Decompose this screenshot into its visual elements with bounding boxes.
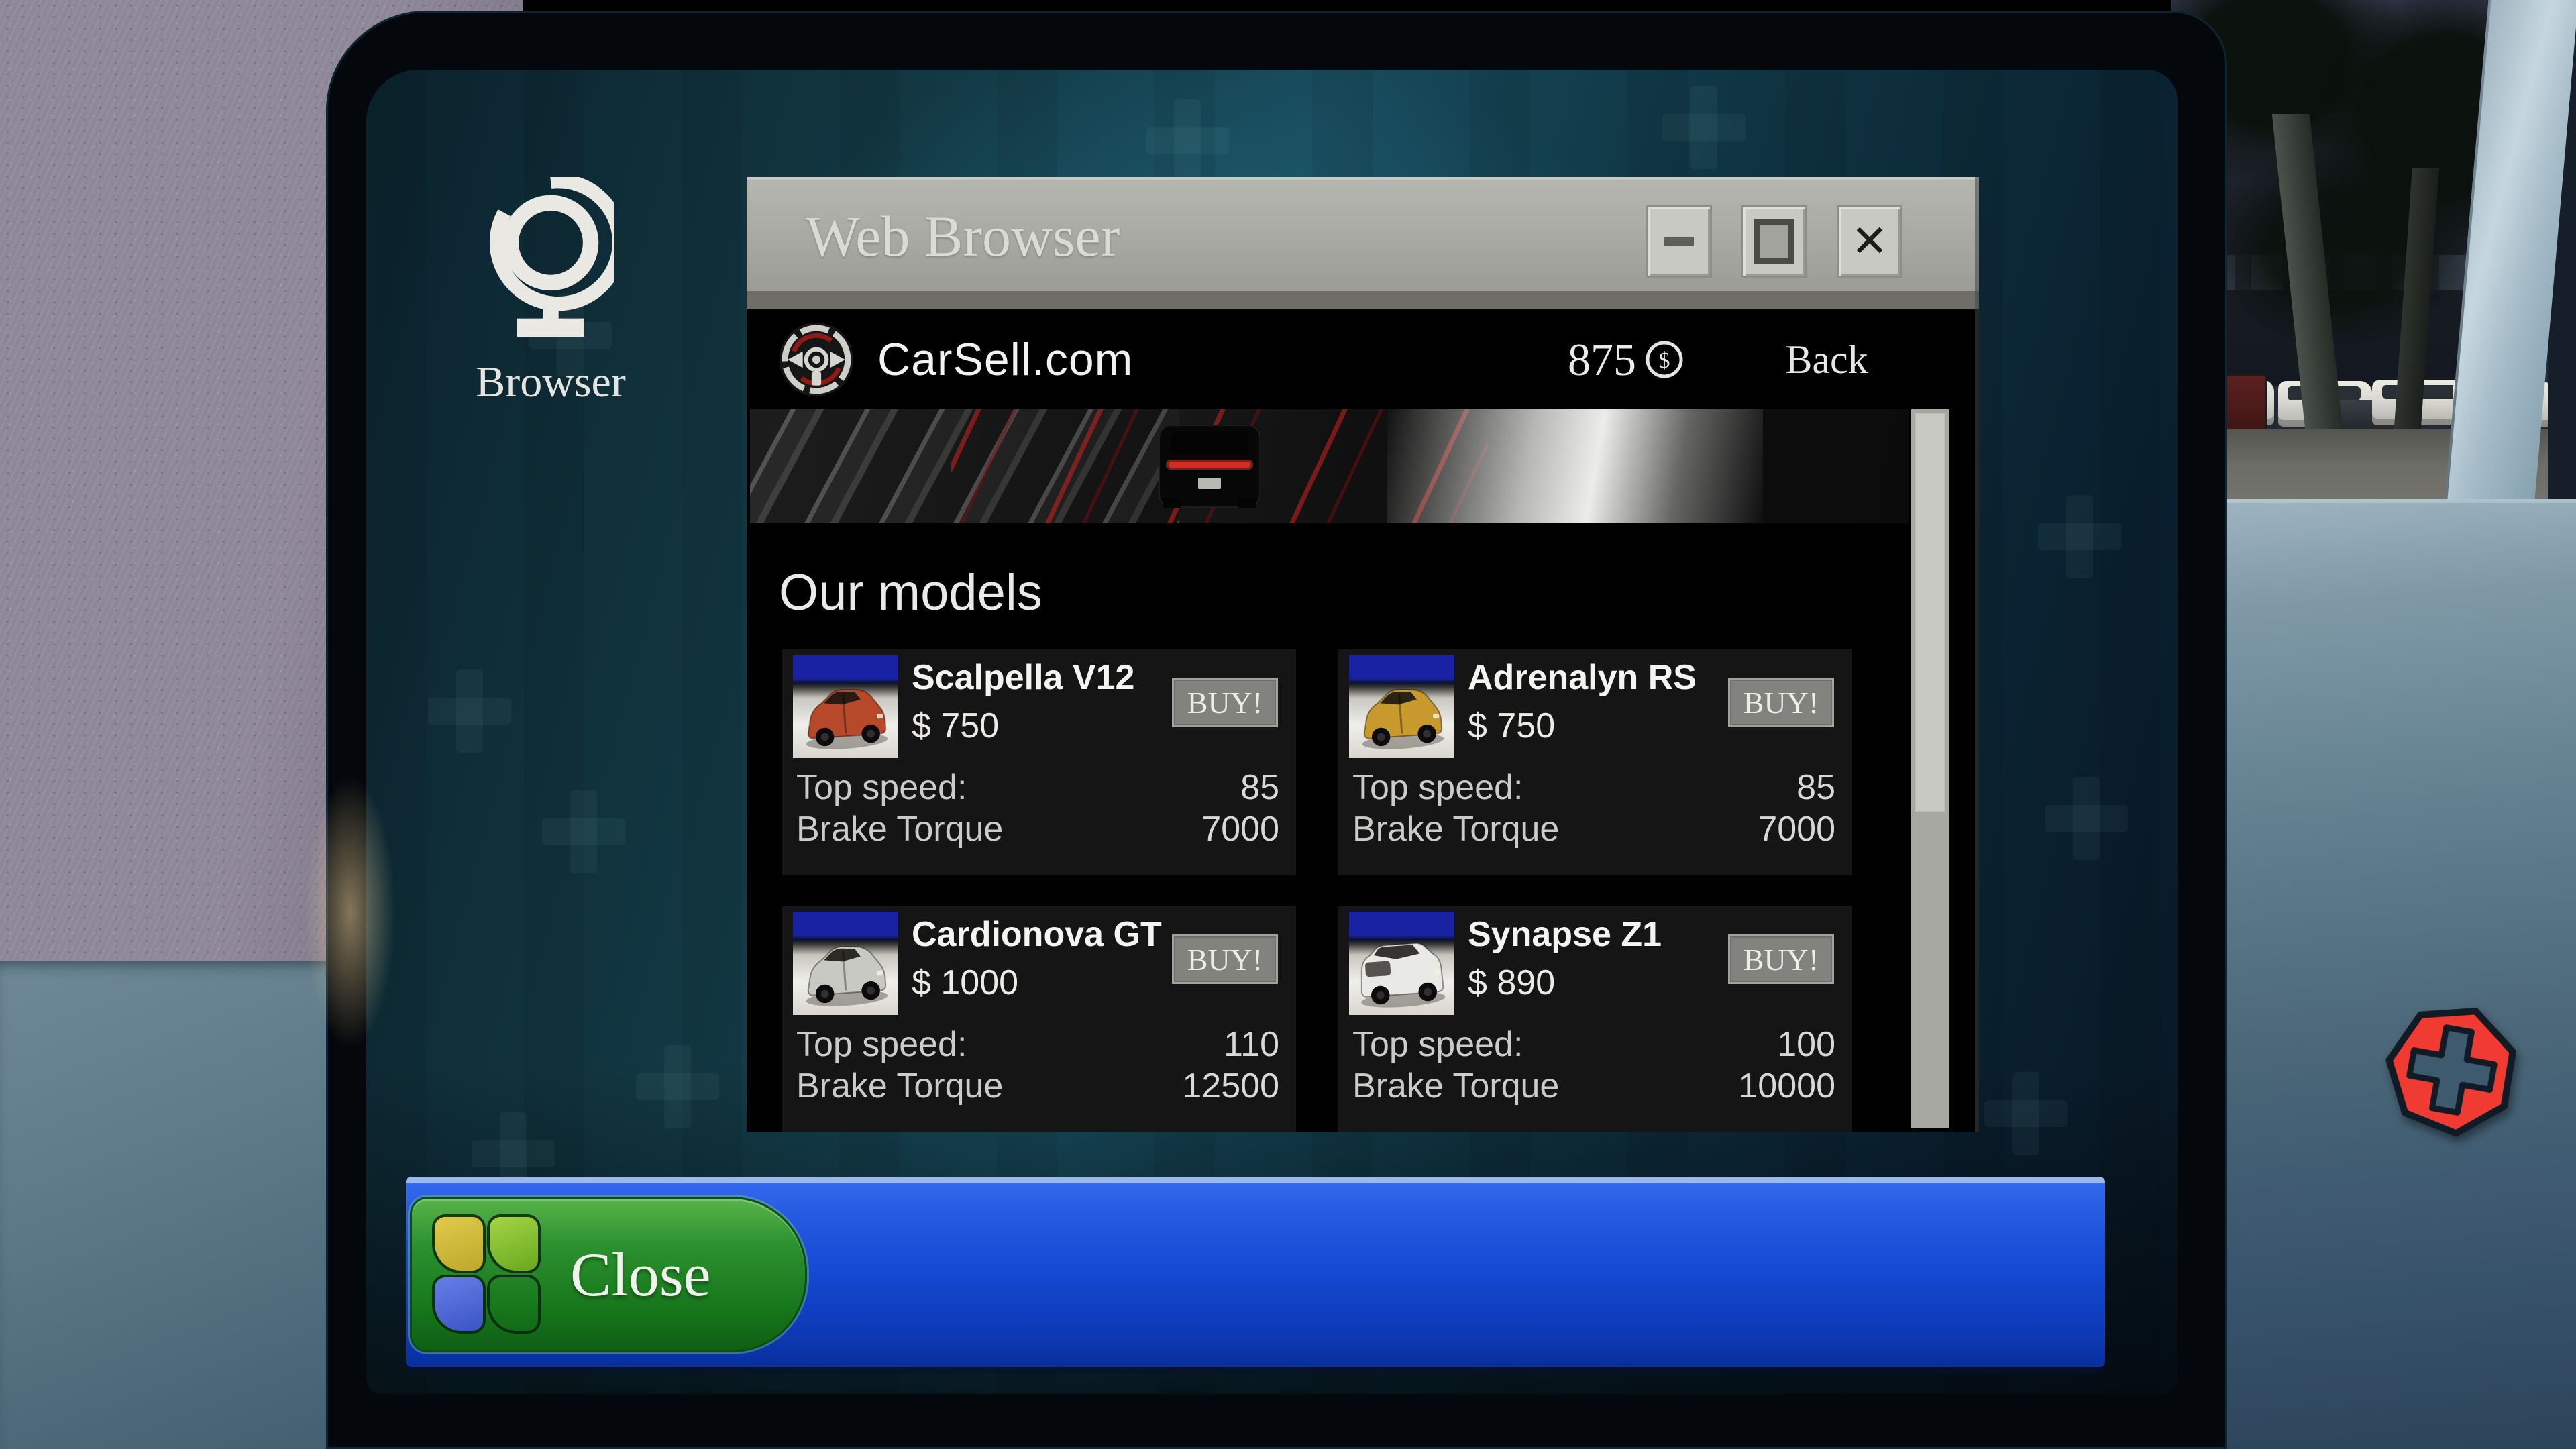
buy-button[interactable]: BUY! <box>1728 678 1834 727</box>
cross-pattern <box>2038 495 2121 578</box>
flag-tile-green <box>490 1217 538 1271</box>
minimize-icon <box>1664 237 1694 246</box>
screen: Browser Web Browser ✕ <box>366 70 2178 1394</box>
minimize-button[interactable] <box>1646 205 1712 278</box>
stat-value: 85 <box>1796 767 1835 808</box>
stat-row: Top speed: 100 <box>1352 1024 1835 1065</box>
window-flag-icon <box>435 1217 541 1332</box>
stat-value: 110 <box>1224 1024 1279 1065</box>
site-header: CarSell.com 875 $ Back <box>747 309 1979 411</box>
car-thumbnail <box>1349 912 1454 1015</box>
taskbar: Close <box>406 1177 2105 1367</box>
stat-value: 10000 <box>1738 1066 1835 1106</box>
buy-button[interactable]: BUY! <box>1172 934 1278 984</box>
stat-label: Top speed: <box>796 1024 967 1065</box>
car-name: Scalpella V12 <box>912 657 1134 698</box>
titlebar-shadow <box>747 291 1979 309</box>
cross-pattern <box>542 790 625 873</box>
car-card: Cardionova GT $ 1000 BUY! Top speed: 110… <box>782 906 1296 1132</box>
cross-pattern <box>1662 86 1746 169</box>
car-price: $ 1000 <box>912 963 1018 1003</box>
car-card: Adrenalyn RS $ 750 BUY! Top speed: 85 Br… <box>1338 649 1852 875</box>
car-card: Synapse Z1 $ 890 BUY! Top speed: 100 Bra… <box>1338 906 1852 1132</box>
stat-label: Top speed: <box>1352 767 1523 808</box>
flag-tile-blue <box>435 1277 483 1331</box>
stat-value: 7000 <box>1201 809 1279 849</box>
car-name: Cardionova GT <box>912 914 1162 955</box>
banner-car-silhouette <box>1139 412 1287 519</box>
stat-label: Brake Torque <box>796 1066 1003 1106</box>
globe-icon <box>487 177 614 345</box>
stat-label: Top speed: <box>796 767 967 808</box>
stat-value: 100 <box>1777 1024 1835 1065</box>
stat-label: Brake Torque <box>1352 1066 1559 1106</box>
cross-pattern <box>1146 99 1229 182</box>
cross-pattern <box>1984 1072 2068 1155</box>
car-thumbnail <box>1349 655 1454 758</box>
close-icon: ✕ <box>1851 219 1888 264</box>
close-label: Close <box>570 1239 711 1310</box>
stat-value: 7000 <box>1758 809 1835 849</box>
health-plus-icon <box>2369 987 2535 1153</box>
car-price: $ 750 <box>912 706 999 746</box>
stat-row: Brake Torque 7000 <box>796 809 1279 849</box>
maximize-button[interactable] <box>1741 205 1807 278</box>
car-thumbnail <box>793 912 898 1015</box>
banner-light-band <box>1387 409 1763 523</box>
game-scene: Browser Web Browser ✕ <box>0 0 2576 1449</box>
browser-shortcut[interactable]: Browser <box>427 177 675 499</box>
cross-pattern <box>428 669 511 753</box>
back-button[interactable]: Back <box>1766 309 1887 411</box>
stat-label: Brake Torque <box>796 809 1003 849</box>
window-title: Web Browser <box>806 177 1120 291</box>
car-name: Synapse Z1 <box>1468 914 1662 955</box>
car-name: Adrenalyn RS <box>1468 657 1697 698</box>
car-price: $ 890 <box>1468 963 1555 1003</box>
stat-row: Brake Torque 7000 <box>1352 809 1835 849</box>
flag-tile-orange <box>490 1277 538 1331</box>
close-taskbar-button[interactable]: Close <box>410 1197 807 1352</box>
car-price: $ 750 <box>1468 706 1555 746</box>
monitor: Browser Web Browser ✕ <box>326 11 2227 1449</box>
stat-row: Top speed: 85 <box>1352 767 1835 808</box>
buy-button[interactable]: BUY! <box>1172 678 1278 727</box>
car-card: Scalpella V12 $ 750 BUY! Top speed: 85 B… <box>782 649 1296 875</box>
stat-row: Brake Torque 12500 <box>796 1066 1279 1106</box>
money-balance: 875 $ <box>1568 309 1684 411</box>
balance-amount: 875 <box>1568 333 1636 386</box>
bezel-light-reflection <box>303 771 397 1053</box>
car-thumbnail <box>793 655 898 758</box>
stat-row: Top speed: 110 <box>796 1024 1279 1065</box>
stat-value: 12500 <box>1182 1066 1279 1106</box>
svg-text:$: $ <box>1659 348 1670 373</box>
carsell-logo-icon <box>778 321 855 398</box>
stat-row: Top speed: 85 <box>796 767 1279 808</box>
lower-wall <box>2171 499 2576 1449</box>
scrollbar-thumb[interactable] <box>1915 413 1945 812</box>
stat-value: 85 <box>1240 767 1279 808</box>
buy-button[interactable]: BUY! <box>1728 934 1834 984</box>
site-name: CarSell.com <box>877 309 1133 411</box>
stat-label: Brake Torque <box>1352 809 1559 849</box>
coin-icon: $ <box>1644 339 1684 380</box>
web-browser-window: Web Browser ✕ CarSell.com <box>747 177 1979 1132</box>
scrollbar-track[interactable] <box>1911 409 1949 1128</box>
stat-row: Brake Torque 10000 <box>1352 1066 1835 1106</box>
stat-label: Top speed: <box>1352 1024 1523 1065</box>
maximize-icon <box>1754 219 1794 264</box>
close-window-button[interactable]: ✕ <box>1837 205 1902 278</box>
hero-banner <box>750 409 1909 523</box>
section-title: Our models <box>779 564 1042 622</box>
shortcut-label: Browser <box>476 357 626 408</box>
cross-pattern <box>636 1045 719 1128</box>
cross-pattern <box>2045 777 2128 860</box>
flag-tile-yellow <box>435 1217 483 1271</box>
